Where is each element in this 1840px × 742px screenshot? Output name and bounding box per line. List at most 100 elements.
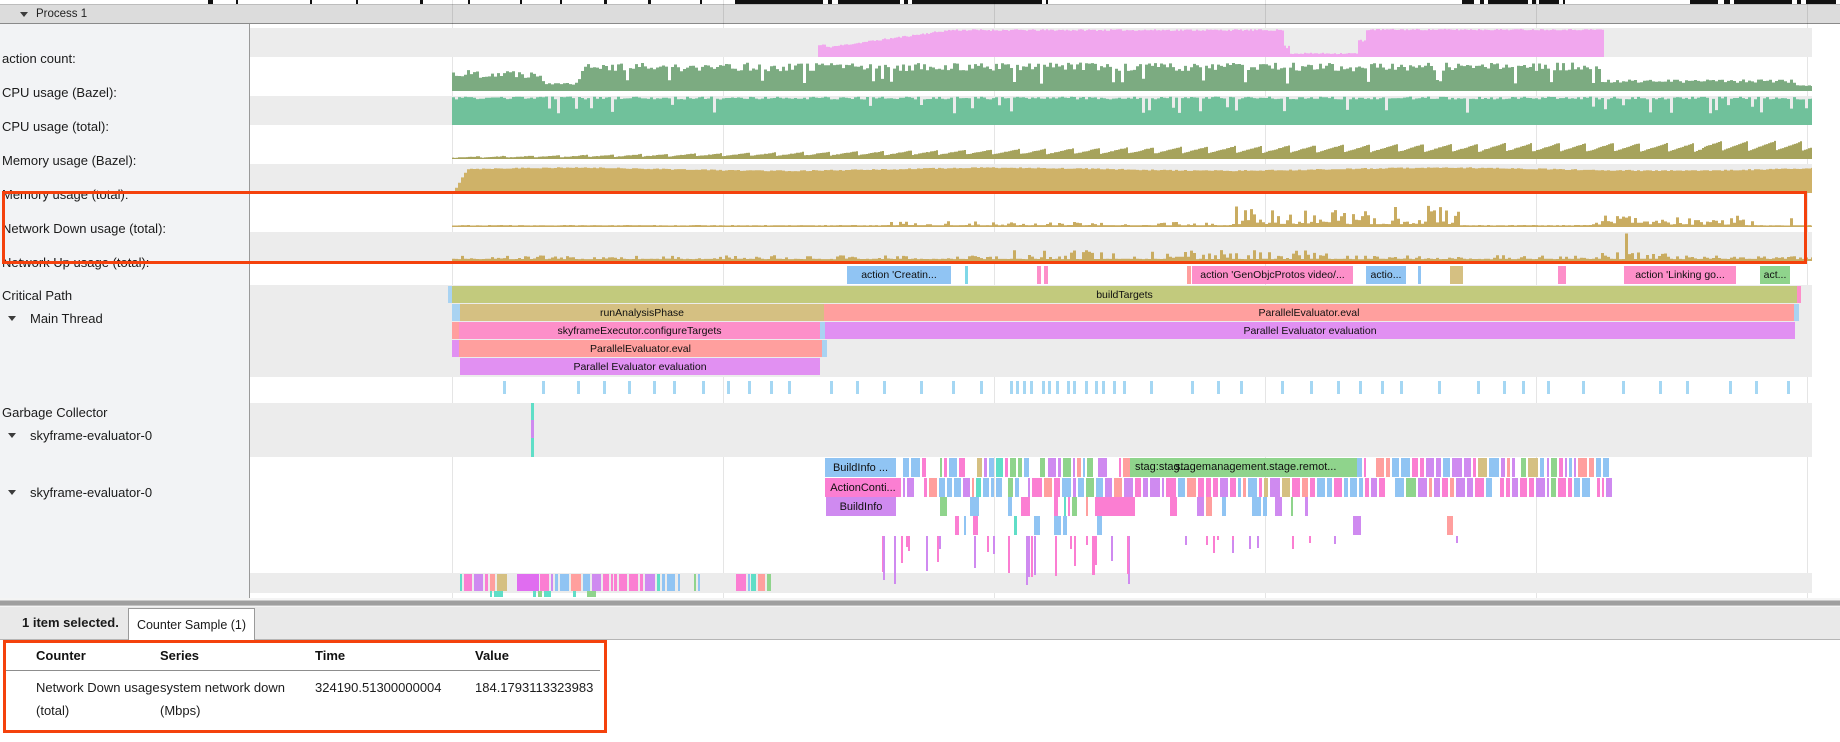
chart-mem-total[interactable] (250, 164, 1812, 193)
dense-slice (1243, 478, 1246, 497)
slice-sliver[interactable] (822, 340, 827, 357)
slice-sliver[interactable] (452, 340, 459, 357)
splitter-handle[interactable] (0, 600, 1840, 606)
details-panel: 1 item selected. Counter Sample (1) Coun… (0, 607, 1840, 742)
tab-counter-sample[interactable]: Counter Sample (1) (128, 608, 255, 641)
gc-tick (1073, 381, 1076, 394)
gc-tick (542, 381, 545, 394)
track-area[interactable]: action 'Creatin... action 'GenObjcProtos… (0, 0, 1840, 598)
slice-runanalysisphase[interactable]: runAnalysisPhase (460, 304, 824, 321)
dense-slice (1222, 497, 1226, 516)
dense-slice (1270, 478, 1280, 497)
dense-slice (1077, 458, 1081, 477)
dense-slice (955, 516, 959, 535)
dense-slice (540, 574, 548, 591)
gc-tick (1622, 381, 1625, 394)
gc-tick (1123, 381, 1126, 394)
gc-tick (1337, 381, 1340, 394)
dense-slice (1467, 478, 1473, 497)
chart-action-count[interactable] (250, 28, 1812, 57)
critical-path-slice-creating[interactable]: action 'Creatin... (847, 266, 951, 284)
chart-cpu-total[interactable] (250, 96, 1812, 125)
dense-slice (1528, 458, 1538, 477)
slice-actionconti[interactable]: ActionConti... (825, 478, 901, 497)
slice-buildinfo[interactable]: BuildInfo (826, 497, 896, 516)
dense-slice (667, 574, 675, 591)
slice-paralleleval-right[interactable]: ParallelEvaluator.eval (824, 304, 1794, 321)
dense-slice (1450, 478, 1453, 497)
slice-buildinfo-ellipsis[interactable]: BuildInfo ... (825, 458, 896, 477)
hanging-line (1034, 536, 1036, 575)
hanging-line (883, 536, 885, 580)
dense-slice (1220, 478, 1227, 497)
hanging-line (1257, 536, 1259, 548)
gc-tick (748, 381, 751, 394)
dense-slice (1062, 478, 1071, 497)
dense-slice (1098, 458, 1106, 477)
hanging-line (1232, 536, 1234, 540)
slice-sliver[interactable] (1794, 304, 1799, 321)
dense-slice (1264, 478, 1268, 497)
dense-slice (1507, 458, 1509, 477)
hanging-line (1008, 536, 1010, 573)
chart-cpu-bazel[interactable] (250, 62, 1812, 91)
dense-slice (1206, 478, 1211, 497)
table-header-divider (6, 670, 600, 671)
dense-slice (1105, 478, 1111, 497)
dense-slice (1478, 458, 1487, 477)
gc-tick (1582, 381, 1585, 394)
slice-paralleleval-evaluation-right[interactable]: Parallel Evaluator evaluation (825, 322, 1795, 339)
dense-slice (1063, 458, 1071, 477)
dense-slice (698, 574, 700, 591)
slice-paralleleval-left[interactable]: ParallelEvaluator.eval (459, 340, 822, 357)
slice-sliver[interactable] (452, 322, 459, 339)
slice-paralleleval-evaluation-left[interactable]: Parallel Evaluator evaluation (460, 358, 820, 375)
critical-path-slice-action[interactable]: actio... (1366, 266, 1406, 284)
dense-slice (629, 574, 638, 591)
critical-path-slice-linking[interactable]: action 'Linking go... (1624, 266, 1736, 284)
critical-path-slice-act[interactable]: act... (1760, 266, 1790, 284)
gc-tick (1191, 381, 1194, 394)
gc-tick (1659, 381, 1662, 394)
chart-network-down[interactable] (250, 198, 1812, 227)
dense-slice (1054, 478, 1061, 497)
gc-tick (1042, 381, 1045, 394)
dense-slice (954, 478, 962, 497)
chart-network-up[interactable] (250, 232, 1812, 261)
dense-slice (1344, 478, 1348, 497)
gc-tick (653, 381, 656, 394)
dense-slice (1376, 458, 1384, 477)
dense-slice (1048, 458, 1056, 477)
slice-sliver[interactable] (452, 304, 460, 321)
dense-slice (1426, 458, 1433, 477)
dense-slice (533, 591, 537, 597)
slice-sliver[interactable] (1797, 286, 1801, 303)
slice-stage-overlapping-labels[interactable]: stag:stag... stagemanagement.stage.remot… (1123, 458, 1357, 477)
dense-slice (1447, 516, 1453, 535)
gc-tick (1016, 381, 1019, 394)
dense-slice (640, 574, 643, 591)
dense-slice (490, 591, 492, 597)
dense-slice (1536, 478, 1545, 497)
gc-tick (770, 381, 773, 394)
column-header-series: Series (160, 648, 199, 663)
panel-splitter[interactable] (0, 598, 1840, 607)
slice-buildtargets[interactable]: buildTargets (452, 286, 1797, 303)
dense-slice (1018, 458, 1021, 477)
dense-slice (989, 458, 994, 477)
dense-slice (1456, 478, 1465, 497)
dense-slice (1064, 497, 1066, 516)
chart-mem-bazel[interactable] (250, 130, 1812, 159)
dense-slice (592, 574, 600, 591)
dense-slice (1452, 458, 1462, 477)
gc-tick (628, 381, 631, 394)
hanging-line (1031, 536, 1033, 577)
dense-slice (1401, 458, 1411, 477)
trace-viewer: Process 1 action count: CPU usage (Bazel… (0, 0, 1840, 742)
slice-configuretargets[interactable]: skyframeExecutor.configureTargets (459, 322, 820, 339)
dense-slice (1568, 478, 1571, 497)
dense-slice (1317, 478, 1324, 497)
dense-slice (1275, 497, 1282, 516)
critical-path-slice-genobjcprotos[interactable]: action 'GenObjcProtos video/... (1192, 266, 1353, 284)
dense-slice (940, 497, 947, 516)
